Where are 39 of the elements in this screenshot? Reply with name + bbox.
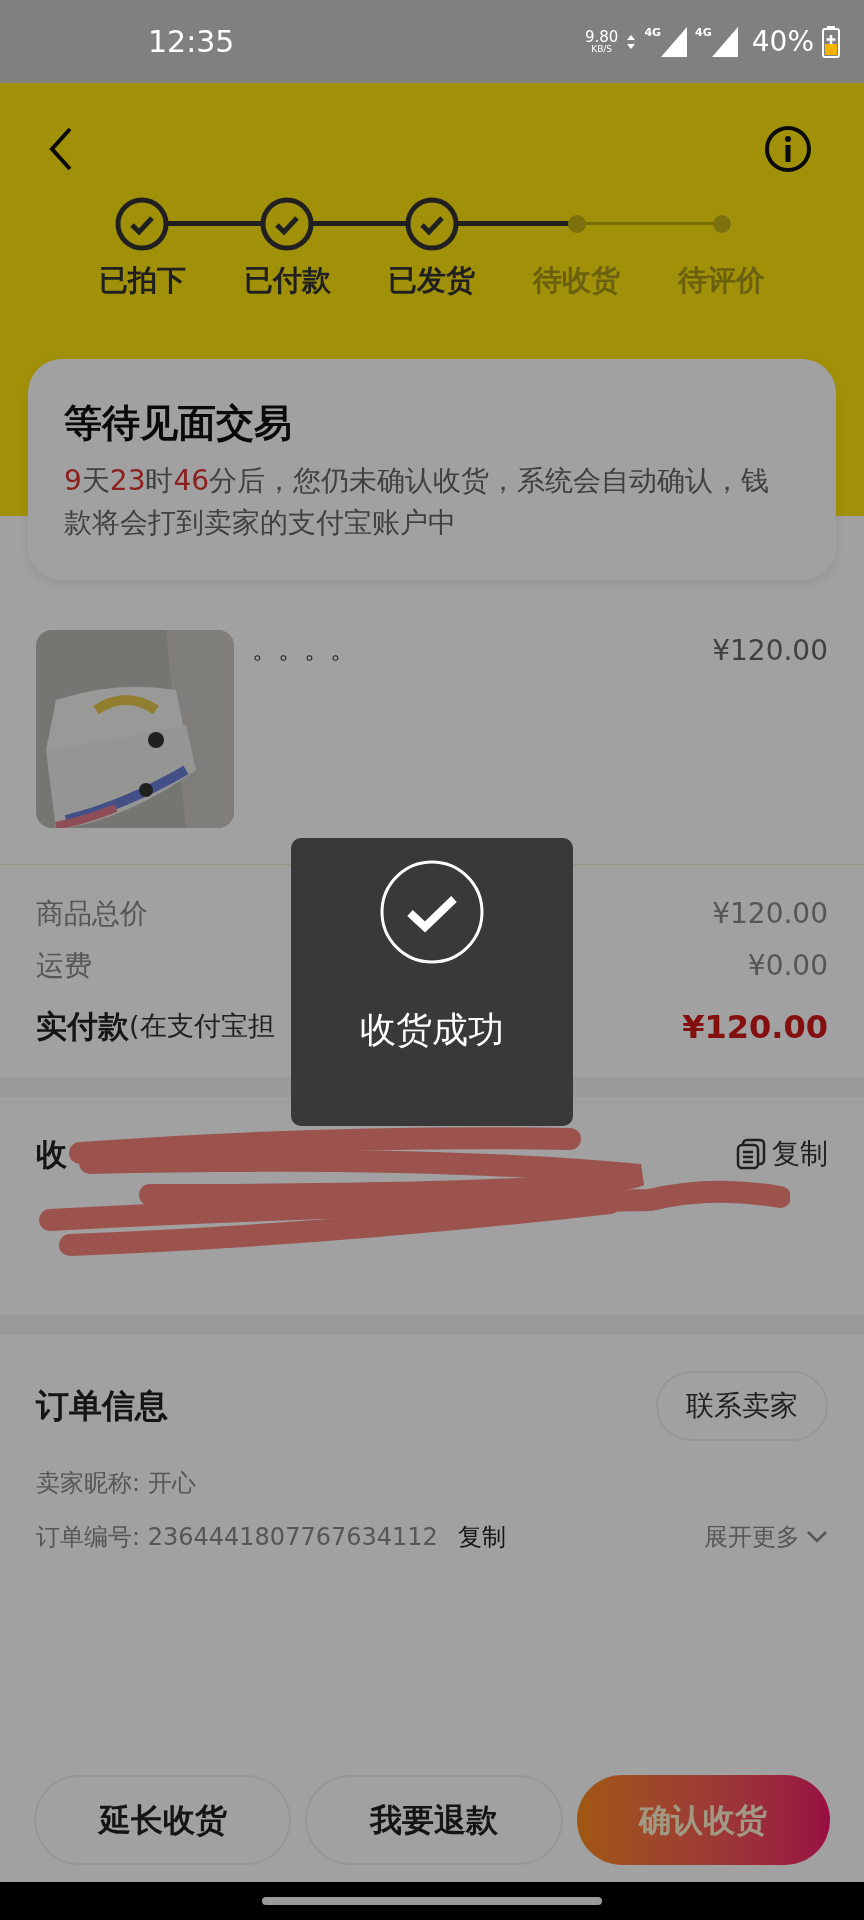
cost-label: 实付款: [36, 1007, 129, 1047]
product-title: 。。。。: [252, 632, 356, 666]
copy-button[interactable]: 复制: [736, 1132, 828, 1175]
toast-message: 收货成功: [360, 1008, 504, 1052]
data-arrows-icon: [626, 33, 637, 50]
step-label: 已付款: [243, 262, 331, 299]
copy-link[interactable]: 复制: [457, 1518, 506, 1555]
battery-charging-icon: [822, 25, 840, 58]
network-type: 4G: [644, 26, 662, 38]
countdown-message: 9天23时46分后，您仍未确认收货，系统会自动确认，钱款将会打到卖家的支付宝账户中: [64, 462, 771, 541]
cost-value: ¥120.00: [682, 1006, 828, 1048]
network-type: 4G: [695, 26, 712, 38]
action-button[interactable]: 延长收货: [34, 1775, 292, 1865]
cost-label: 商品总价: [36, 895, 148, 932]
step-label: 已拍下: [98, 262, 186, 299]
cost-note: (在支付宝担: [129, 1009, 275, 1044]
copy-icon: [736, 1137, 766, 1170]
product-price: ¥120.00: [712, 632, 828, 669]
seller-nickname: 卖家昵称: 开心: [36, 1467, 197, 1499]
card-title: 等待见面交易: [64, 399, 293, 447]
action-button[interactable]: 我要退款: [305, 1775, 563, 1865]
address-heading: 收: [36, 1134, 67, 1174]
step-label: 已发货: [388, 262, 476, 299]
info-icon[interactable]: [764, 125, 812, 173]
order-number: 订单编号: 2364441807767634112: [36, 1521, 438, 1553]
battery-percent: 40%: [751, 23, 814, 60]
chevron-down-icon: [806, 1529, 828, 1544]
contact-seller-button[interactable]: 联系卖家: [656, 1370, 828, 1441]
check-circle-icon: [379, 859, 485, 965]
clock: 12:35: [148, 23, 235, 61]
cost-value: ¥0.00: [747, 947, 828, 984]
back-icon[interactable]: [48, 127, 74, 171]
section-title: 订单信息: [36, 1384, 168, 1427]
signal-icon: [711, 26, 738, 57]
signal-icon: [661, 26, 688, 57]
cost-value: ¥120.00: [712, 895, 828, 932]
network-speed: 9.80: [585, 29, 619, 45]
network-speed-unit: KB/S: [591, 44, 613, 54]
cost-label: 运费: [36, 947, 92, 984]
